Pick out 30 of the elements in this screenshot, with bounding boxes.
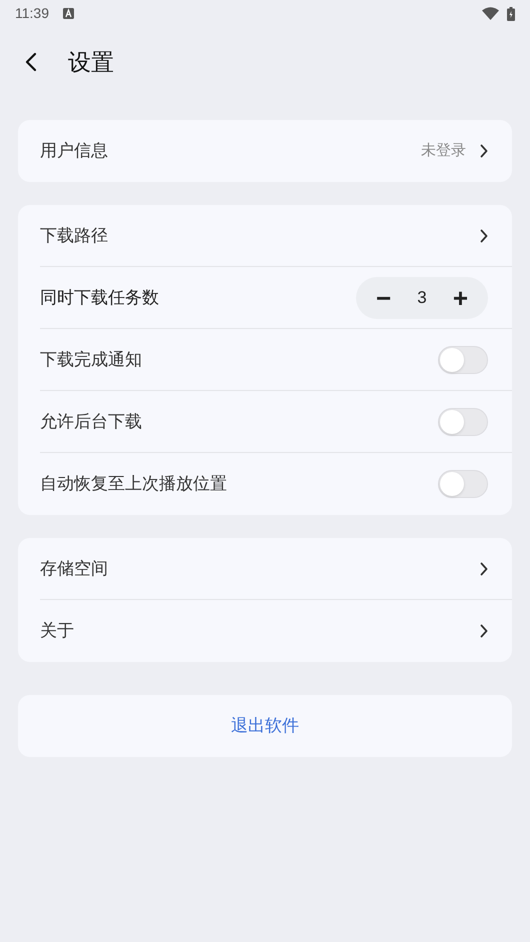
row-label: 自动恢复至上次播放位置 <box>40 473 227 496</box>
row-label: 下载完成通知 <box>40 348 142 371</box>
settings-row[interactable]: 下载路径 <box>40 205 512 267</box>
row-value: 未登录 <box>421 140 466 161</box>
page-title: 设置 <box>68 48 114 77</box>
row-label: 关于 <box>40 620 74 642</box>
notification-icon <box>63 8 74 19</box>
wifi-icon <box>482 7 499 20</box>
chevron-right-icon <box>480 144 488 158</box>
status-time: 11:39 <box>15 4 49 23</box>
stepper-value: 3 <box>417 286 427 309</box>
chevron-right-icon <box>480 562 488 576</box>
settings-row[interactable]: 存储空间 <box>40 538 512 600</box>
chevron-right-icon <box>480 228 488 242</box>
settings-row[interactable]: 关于 <box>40 600 512 662</box>
increment-button[interactable]: + <box>452 284 468 310</box>
row-label: 下载路径 <box>40 224 108 247</box>
settings-row[interactable]: 用户信息 未登录 <box>40 120 512 182</box>
toggle-switch[interactable] <box>438 346 488 374</box>
row-label: 同时下载任务数 <box>40 286 159 309</box>
row-label: 用户信息 <box>40 140 108 162</box>
battery-icon <box>507 6 515 20</box>
row-label: 允许后台下载 <box>40 410 142 433</box>
exit-button[interactable]: 退出软件 <box>18 695 512 757</box>
chevron-right-icon <box>480 624 488 638</box>
row-label: 存储空间 <box>40 558 108 580</box>
toggle-switch[interactable] <box>438 408 488 436</box>
decrement-button[interactable]: − <box>376 284 392 310</box>
toggle-switch[interactable] <box>438 470 488 498</box>
back-icon <box>25 52 37 72</box>
